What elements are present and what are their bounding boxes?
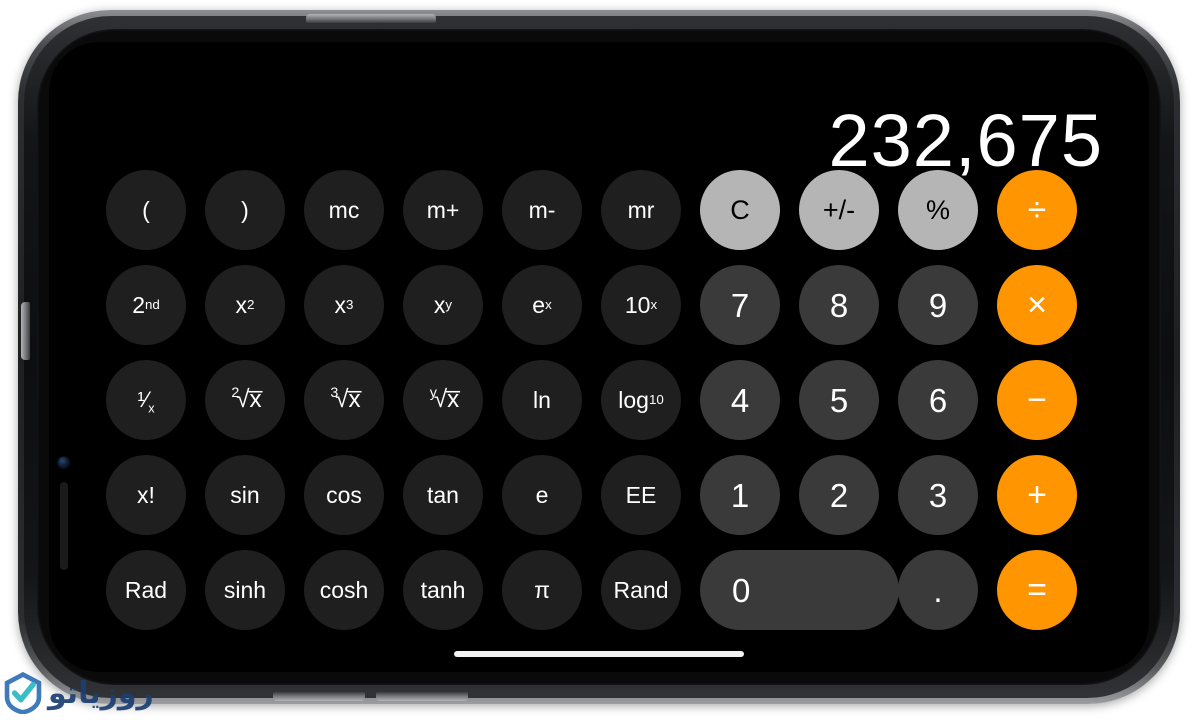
key-add[interactable]: + xyxy=(997,455,1077,535)
key-clear[interactable]: C xyxy=(700,170,780,250)
key-9[interactable]: 9 xyxy=(898,265,978,345)
key-x-cubed[interactable]: x3 xyxy=(304,265,384,345)
key-euler-number[interactable]: e xyxy=(502,455,582,535)
key-x-squared[interactable]: x2 xyxy=(205,265,285,345)
key-7[interactable]: 7 xyxy=(700,265,780,345)
key-1[interactable]: 1 xyxy=(700,455,780,535)
key-memory-clear[interactable]: mc xyxy=(304,170,384,250)
key-radian-mode[interactable]: Rad xyxy=(106,550,186,630)
key-ten-power-x[interactable]: 10 x xyxy=(601,265,681,345)
key-natural-log[interactable]: ln xyxy=(502,360,582,440)
key-memory-add[interactable]: m+ xyxy=(403,170,483,250)
key-subtract[interactable]: − xyxy=(997,360,1077,440)
key-tangent[interactable]: tan xyxy=(403,455,483,535)
ring-silent-switch[interactable] xyxy=(21,302,30,360)
key-cube-root[interactable]: 3 √x̅ xyxy=(304,360,384,440)
key-sine[interactable]: sin xyxy=(205,455,285,535)
volume-down-button[interactable] xyxy=(376,692,468,701)
key-equals[interactable]: = xyxy=(997,550,1077,630)
key-e-power-x[interactable]: ex xyxy=(502,265,582,345)
key-y-root-x[interactable]: y √x̅ xyxy=(403,360,483,440)
screenshot-canvas: 232,675 () mc m+ m-mr C +/-% ÷ 2nd x 2 x 3 x y e x 10 x 7 8… xyxy=(0,0,1200,720)
key-3[interactable]: 3 xyxy=(898,455,978,535)
key-cosine[interactable]: cos xyxy=(304,455,384,535)
key-pi[interactable]: π xyxy=(502,550,582,630)
key-2[interactable]: 2 xyxy=(799,455,879,535)
key-8[interactable]: 8 xyxy=(799,265,879,345)
key-close-paren[interactable]: ) xyxy=(205,170,285,250)
check-badge-icon xyxy=(4,672,42,714)
key-hyperbolic-cosine[interactable]: cosh xyxy=(304,550,384,630)
key-memory-subtract[interactable]: m- xyxy=(502,170,582,250)
key-hyperbolic-tangent[interactable]: tanh xyxy=(403,550,483,630)
key-log-base-10[interactable]: log 10 xyxy=(601,360,681,440)
key-4[interactable]: 4 xyxy=(700,360,780,440)
calculator-display: 232,675 xyxy=(828,99,1103,182)
key-x-power-y[interactable]: xy xyxy=(403,265,483,345)
calculator-keypad: () mc m+ m-mr C +/-% ÷ 2nd x 2 x 3 x y e x 10 x 7 8 9 × ¹⁄x 2 √x… xyxy=(106,170,1102,630)
key-factorial[interactable]: x! xyxy=(106,455,186,535)
key-5[interactable]: 5 xyxy=(799,360,879,440)
key-random[interactable]: Rand xyxy=(601,550,681,630)
key-6[interactable]: 6 xyxy=(898,360,978,440)
power-button[interactable] xyxy=(306,14,436,23)
calculator-app: 232,675 () mc m+ m-mr C +/-% ÷ 2nd x 2 x 3 x y e x 10 x 7 8… xyxy=(49,42,1149,672)
key-second-function[interactable]: 2nd xyxy=(106,265,186,345)
key-open-paren[interactable]: ( xyxy=(106,170,186,250)
watermark: روزیاتو xyxy=(2,666,155,720)
key-percent[interactable]: % xyxy=(898,170,978,250)
key-decimal-point[interactable]: . xyxy=(898,550,978,630)
watermark-text: روزیاتو xyxy=(48,675,155,711)
key-sign-toggle[interactable]: +/- xyxy=(799,170,879,250)
key-hyperbolic-sine[interactable]: sinh xyxy=(205,550,285,630)
key-multiply[interactable]: × xyxy=(997,265,1077,345)
key-memory-recall[interactable]: mr xyxy=(601,170,681,250)
key-square-root[interactable]: 2 √x̅ xyxy=(205,360,285,440)
volume-up-button[interactable] xyxy=(273,692,365,701)
home-indicator[interactable] xyxy=(454,651,744,657)
key-divide[interactable]: ÷ xyxy=(997,170,1077,250)
key-0[interactable]: 0 xyxy=(700,550,899,630)
phone-screen: 232,675 () mc m+ m-mr C +/-% ÷ 2nd x 2 x 3 x y e x 10 x 7 8… xyxy=(49,42,1149,672)
key-reciprocal[interactable]: ¹⁄x xyxy=(106,360,186,440)
key-exponent-entry[interactable]: EE xyxy=(601,455,681,535)
